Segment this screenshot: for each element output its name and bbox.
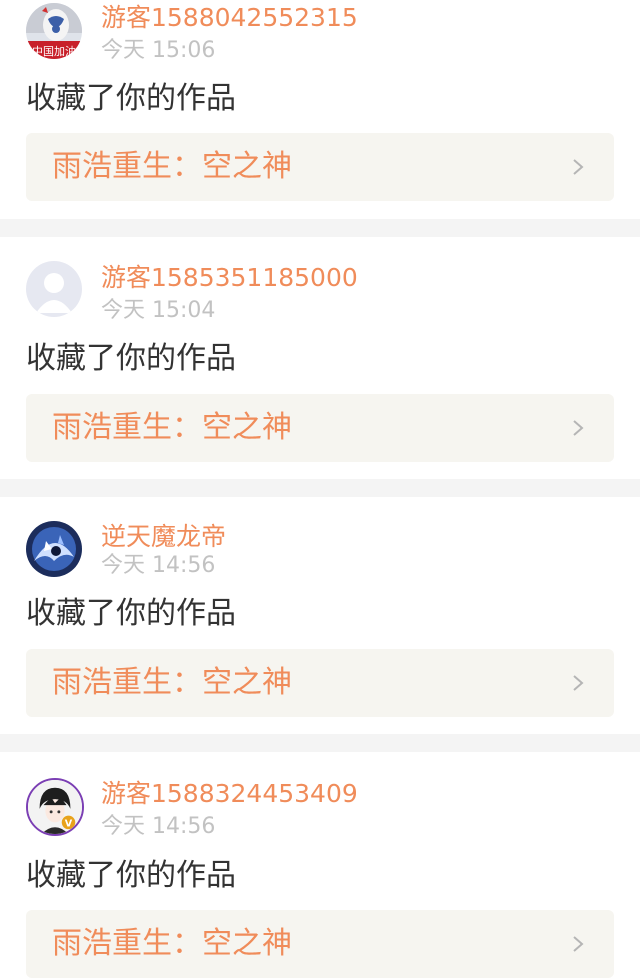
work-title: 雨浩重生：空之神 xyxy=(52,926,292,961)
username[interactable]: 游客1585351185000 xyxy=(101,262,358,294)
action-text: 收藏了你的作品 xyxy=(26,858,236,893)
separator xyxy=(0,734,640,752)
username[interactable]: 游客1588042552315 xyxy=(101,2,358,34)
separator xyxy=(0,219,640,237)
work-link[interactable]: 雨浩重生：空之神 xyxy=(26,394,614,462)
work-title: 雨浩重生：空之神 xyxy=(52,410,292,445)
user-avatar[interactable]: 中国加油 xyxy=(26,3,82,59)
work-link[interactable]: 雨浩重生：空之神 xyxy=(26,133,614,201)
action-text: 收藏了你的作品 xyxy=(26,341,236,376)
dragon-avatar-icon xyxy=(26,521,82,577)
porcelain-avatar-icon: 中国加油 xyxy=(26,3,82,59)
anime-boy-avatar-icon: V xyxy=(28,780,82,834)
user-avatar[interactable] xyxy=(26,261,82,317)
action-text: 收藏了你的作品 xyxy=(26,596,236,631)
timestamp: 今天 14:56 xyxy=(101,553,216,578)
work-title: 雨浩重生：空之神 xyxy=(52,149,292,184)
chevron-right-icon xyxy=(573,420,584,436)
action-text: 收藏了你的作品 xyxy=(26,81,236,116)
notification-item: 中国加油 游客1588042552315 今天 15:06 收藏了你的作品 雨浩… xyxy=(0,0,640,219)
work-link[interactable]: 雨浩重生：空之神 xyxy=(26,649,614,717)
avatar-caption: 中国加油 xyxy=(32,44,76,58)
username[interactable]: 游客1588324453409 xyxy=(101,778,358,810)
notification-list: 中国加油 游客1588042552315 今天 15:06 收藏了你的作品 雨浩… xyxy=(0,0,640,978)
chevron-right-icon xyxy=(573,936,584,952)
user-avatar[interactable]: V xyxy=(26,778,84,836)
user-avatar[interactable] xyxy=(26,521,82,577)
username[interactable]: 逆天魔龙帝 xyxy=(101,521,226,553)
notification-item: 游客1585351185000 今天 15:04 收藏了你的作品 雨浩重生：空之… xyxy=(0,237,640,479)
work-title: 雨浩重生：空之神 xyxy=(52,665,292,700)
chevron-right-icon xyxy=(573,675,584,691)
timestamp: 今天 15:04 xyxy=(101,298,216,323)
timestamp: 今天 15:06 xyxy=(101,38,216,63)
separator xyxy=(0,479,640,497)
chevron-right-icon xyxy=(573,159,584,175)
vip-badge: V xyxy=(65,818,73,829)
timestamp: 今天 14:56 xyxy=(101,814,216,839)
default-user-avatar-icon xyxy=(26,261,82,317)
notification-item: 逆天魔龙帝 今天 14:56 收藏了你的作品 雨浩重生：空之神 xyxy=(0,497,640,734)
notification-item: V 游客1588324453409 今天 14:56 收藏了你的作品 雨浩重生：… xyxy=(0,752,640,978)
